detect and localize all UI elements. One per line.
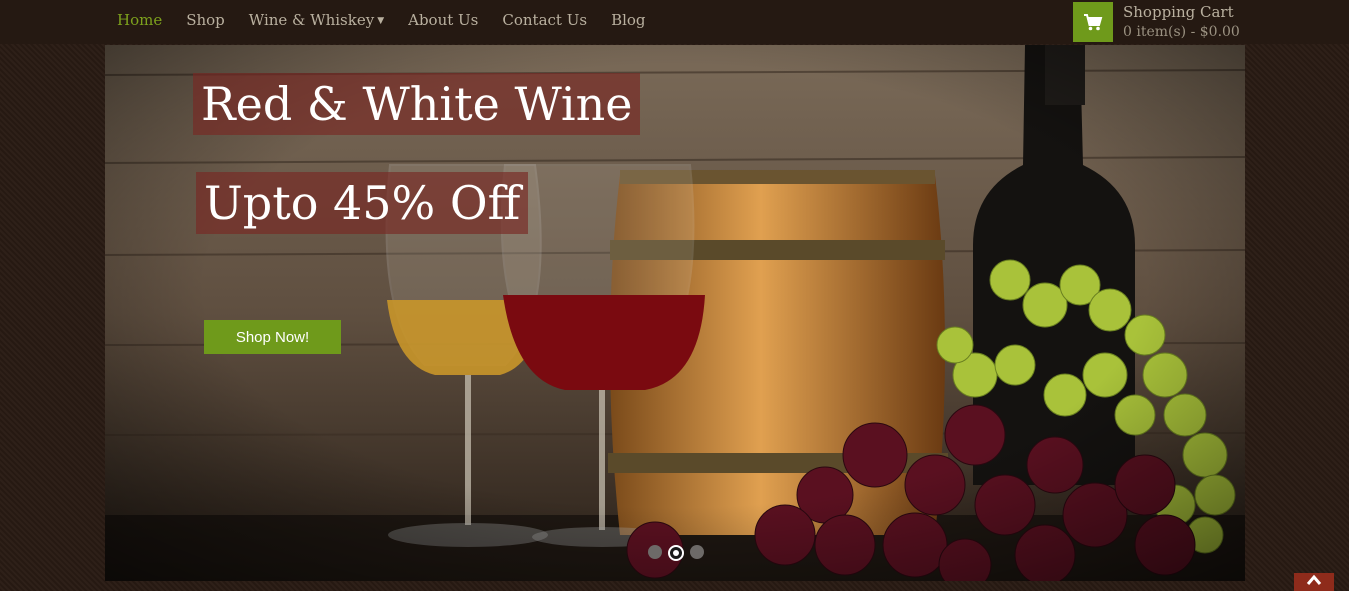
nav-wine-whiskey[interactable]: Wine & Whiskey ▼ (249, 11, 384, 29)
main-navigation: Home Shop Wine & Whiskey ▼ About Us Conta… (105, 0, 658, 40)
shopping-cart-icon (1084, 14, 1103, 31)
hero-slider[interactable]: Red & White Wine Upto 45% Off Shop Now! (105, 45, 1245, 581)
slider-dot-2[interactable] (668, 545, 684, 561)
scroll-to-top-button[interactable] (1294, 573, 1334, 591)
nav-wine-whiskey-label: Wine & Whiskey (248, 11, 375, 29)
cart-title: Shopping Cart (1123, 3, 1234, 21)
slide-subheadline: Upto 45% Off (196, 172, 529, 234)
cart-info: Shopping Cart 0 item(s) - $0.00 (1123, 2, 1240, 42)
nav-contact-us[interactable]: Contact Us (502, 11, 587, 29)
slider-pagination (648, 545, 704, 561)
cart-summary: 0 item(s) - $0.00 (1123, 24, 1240, 40)
caret-down-icon: ▼ (377, 16, 385, 26)
nav-blog[interactable]: Blog (611, 11, 645, 29)
slider-dot-1[interactable] (648, 545, 662, 559)
slider-dot-3[interactable] (690, 545, 704, 559)
chevron-up-icon (1306, 574, 1322, 585)
nav-about-us[interactable]: About Us (408, 11, 478, 29)
shop-now-button[interactable]: Shop Now! (204, 320, 341, 354)
shopping-cart[interactable]: Shopping Cart 0 item(s) - $0.00 (1073, 2, 1240, 42)
nav-home[interactable]: Home (117, 11, 162, 29)
shopping-cart-button[interactable] (1073, 2, 1113, 42)
nav-shop[interactable]: Shop (186, 11, 225, 29)
slide-headline: Red & White Wine (193, 73, 641, 135)
